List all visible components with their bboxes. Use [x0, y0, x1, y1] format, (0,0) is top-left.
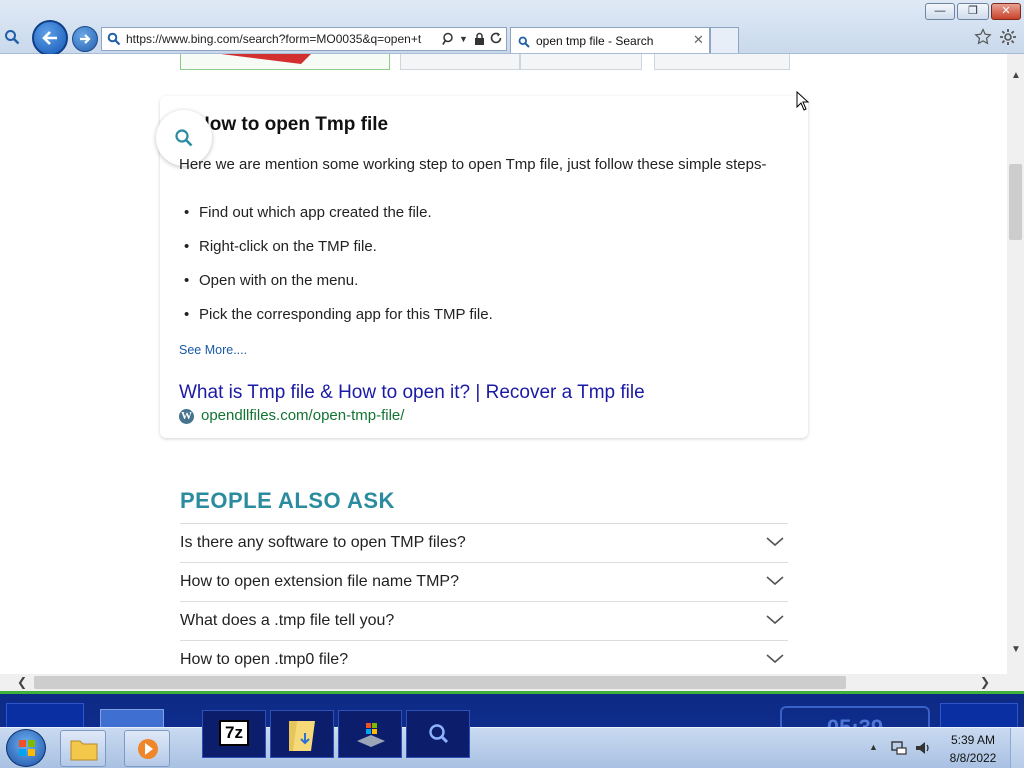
scroll-up-icon[interactable]: ▲ [1011, 70, 1021, 81]
favorites-star-icon[interactable] [974, 28, 992, 51]
network-icon[interactable] [890, 740, 908, 756]
horizontal-scroll-thumb[interactable] [34, 676, 846, 689]
lock-icon[interactable] [474, 32, 485, 51]
show-desktop-button[interactable] [1010, 728, 1024, 768]
address-dropdown-icon[interactable]: ▼ [459, 34, 468, 44]
list-item: • Pick the corresponding app for this TMP… [184, 306, 493, 323]
back-arrow-icon [42, 31, 57, 45]
web-page: How to open Tmp file Here we are mention… [0, 54, 1007, 674]
chevron-down-icon [766, 654, 784, 664]
settings-gear-icon[interactable] [999, 28, 1017, 51]
result-title-link[interactable]: What is Tmp file & How to open it? | Rec… [179, 382, 645, 404]
forward-arrow-icon [80, 34, 91, 44]
windows-drive-icon [357, 723, 385, 747]
image-thumbnail-4[interactable] [654, 54, 790, 70]
overlay-accent-line [0, 691, 1024, 694]
windows-logo-icon [19, 740, 35, 756]
start-button[interactable] [6, 729, 46, 767]
refresh-icon[interactable] [489, 31, 503, 50]
list-item: • Find out which app created the file. [184, 204, 432, 221]
see-more-link[interactable]: See More.... [179, 343, 247, 357]
forward-button[interactable] [72, 26, 98, 52]
horizontal-scrollbar[interactable]: ❮ ❯ [0, 674, 1024, 691]
image-thumbnail-2[interactable] [400, 54, 520, 70]
media-player-icon [138, 739, 158, 759]
chevron-down-icon [766, 615, 784, 625]
people-also-ask-heading: PEOPLE ALSO ASK [180, 488, 395, 513]
minimize-button[interactable]: — [925, 3, 955, 20]
back-button[interactable] [32, 20, 68, 56]
image-thumbnail-3[interactable] [520, 54, 642, 70]
taskbar-media-player-button[interactable] [124, 730, 170, 767]
chevron-down-icon [766, 537, 784, 547]
restore-button[interactable]: ❐ [957, 3, 989, 20]
browser-titlebar: — ❐ ✕ https://www.bing.com/search?form=M… [0, 0, 1024, 56]
list-item: • Right-click on the TMP file. [184, 238, 377, 255]
result-url[interactable]: opendllfiles.com/open-tmp-file/ [201, 407, 404, 424]
tray-expand-icon[interactable]: ▲ [869, 742, 878, 752]
clock-date[interactable]: 8/8/2022 [945, 751, 1001, 765]
new-tab-button[interactable] [710, 27, 739, 53]
list-item: • Open with on the menu. [184, 272, 359, 289]
clock-time[interactable]: 5:39 AM [950, 733, 996, 747]
search-icon[interactable] [4, 29, 20, 50]
wordpress-icon: W [179, 409, 194, 424]
close-button[interactable]: ✕ [991, 3, 1021, 20]
section-heading: How to open Tmp file [196, 114, 389, 135]
address-bar[interactable]: https://www.bing.com/search?form=MO0035&… [101, 27, 507, 51]
tab-search-icon [518, 35, 530, 53]
scroll-down-icon[interactable]: ▼ [1011, 644, 1021, 655]
question-row[interactable]: What does a .tmp file tell you? [180, 601, 788, 640]
taskbar-explorer-button[interactable] [60, 730, 106, 767]
search-icon [429, 724, 449, 744]
scroll-left-icon[interactable]: ❮ [17, 675, 27, 689]
scroll-right-icon[interactable]: ❯ [980, 675, 990, 689]
overlay-windows-button[interactable] [338, 710, 402, 758]
address-search-icon[interactable] [442, 32, 456, 51]
question-row[interactable]: How to open extension file name TMP? [180, 562, 788, 601]
chevron-down-icon [766, 576, 784, 586]
vertical-scrollbar[interactable]: ▲ ▼ [1007, 54, 1024, 674]
overlay-folder-button[interactable] [270, 710, 334, 758]
overlay-search-button[interactable] [406, 710, 470, 758]
vertical-scroll-thumb[interactable] [1009, 164, 1022, 240]
overlay-7zip-button[interactable]: 7z [202, 710, 266, 758]
site-search-icon [107, 32, 121, 51]
magnifier-icon [175, 129, 193, 147]
question-row[interactable]: Is there any software to open TMP files? [180, 523, 788, 562]
question-row[interactable]: How to open .tmp0 file? [180, 640, 788, 674]
seven-zip-icon: 7z [219, 720, 249, 746]
section-intro: Here we are mention some working step to… [179, 156, 767, 173]
tab-close-icon[interactable]: ✕ [693, 32, 704, 48]
download-folder-icon [289, 721, 315, 751]
browser-tab[interactable]: open tmp file - Search ✕ [510, 27, 710, 53]
tab-title: open tmp file - Search [536, 34, 654, 48]
mouse-cursor-icon [796, 91, 810, 111]
image-thumbnail-1[interactable] [180, 54, 390, 70]
address-url[interactable]: https://www.bing.com/search?form=MO0035&… [126, 32, 436, 46]
folder-icon [70, 740, 98, 761]
volume-icon[interactable] [914, 740, 932, 756]
